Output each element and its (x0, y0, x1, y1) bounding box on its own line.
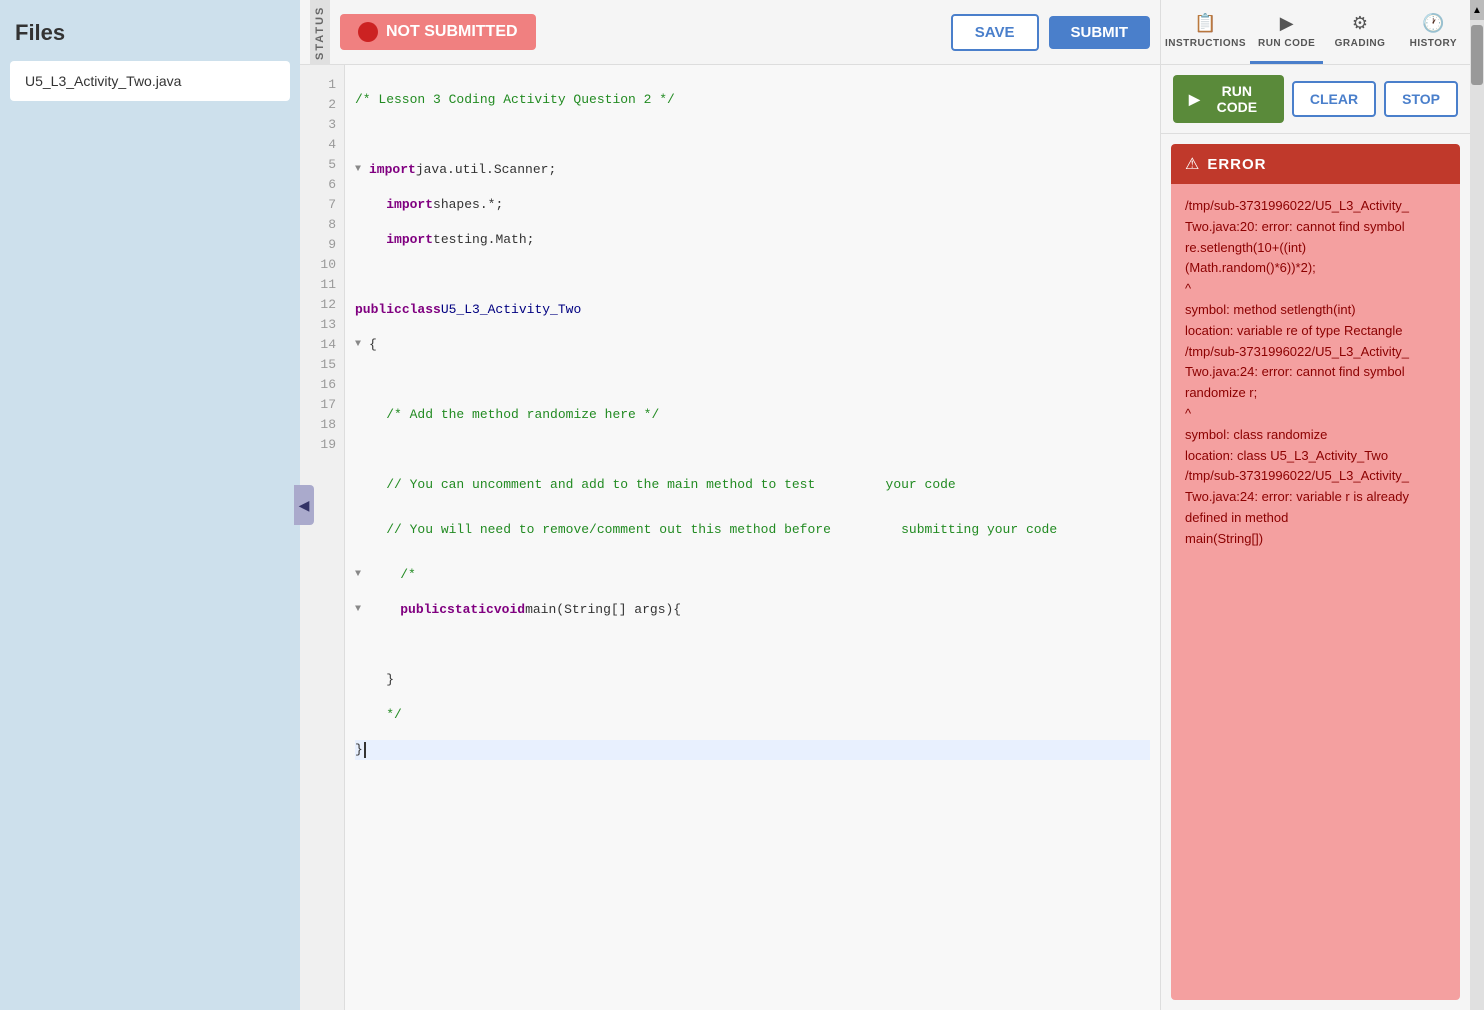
code-line-6 (355, 265, 1150, 285)
code-line-5: import testing.Math; (355, 230, 1150, 250)
line-num-14: 14 (300, 335, 344, 355)
line-num-9: 9 (300, 235, 344, 255)
code-line-13: // You will need to remove/comment out t… (355, 510, 1150, 550)
run-code-icon: ▶ (1280, 13, 1294, 34)
right-panel: 📋 INSTRUCTIONS ▶ RUN CODE ⚙ GRADING 🕐 HI… (1160, 0, 1470, 1010)
line-num-18: 18 (300, 415, 344, 435)
clear-button[interactable]: CLEAR (1292, 81, 1376, 117)
right-panel-tabs: 📋 INSTRUCTIONS ▶ RUN CODE ⚙ GRADING 🕐 HI… (1161, 0, 1470, 65)
history-label: HISTORY (1410, 38, 1457, 49)
run-play-icon: ▶ (1189, 91, 1200, 108)
right-panel-toolbar: ▶ RUN CODE CLEAR STOP (1161, 65, 1470, 134)
tab-history[interactable]: 🕐 HISTORY (1397, 0, 1470, 64)
run-code-label: RUN CODE (1258, 38, 1315, 49)
code-content[interactable]: /* Lesson 3 Coding Activity Question 2 *… (345, 65, 1160, 1010)
line-num-11: 11 (300, 275, 344, 295)
status-circle-icon (358, 22, 378, 42)
code-line-1: /* Lesson 3 Coding Activity Question 2 *… (355, 90, 1150, 110)
line-num-10: 10 (300, 255, 344, 275)
line-num-3: 3 (300, 115, 344, 135)
instructions-label: INSTRUCTIONS (1165, 38, 1246, 49)
line-num-5: 5 (300, 155, 344, 175)
error-header-text: ERROR (1207, 156, 1266, 173)
line-num-2: 2 (300, 95, 344, 115)
files-sidebar: Files U5_L3_Activity_Two.java (0, 0, 300, 1010)
tab-instructions[interactable]: 📋 INSTRUCTIONS (1161, 0, 1250, 64)
grading-icon: ⚙ (1352, 13, 1368, 34)
line-num-16: 16 (300, 375, 344, 395)
line-num-6: 6 (300, 175, 344, 195)
status-label: STATUS (310, 0, 330, 65)
stop-button[interactable]: STOP (1384, 81, 1458, 117)
scroll-up-button[interactable]: ▲ (1470, 0, 1484, 20)
grading-label: GRADING (1335, 38, 1386, 49)
submit-button[interactable]: SUBMIT (1049, 16, 1151, 49)
line-num-15: 15 (300, 355, 344, 375)
line-num-8: 8 (300, 215, 344, 235)
code-line-9 (355, 370, 1150, 390)
code-line-2 (355, 125, 1150, 145)
code-line-10: /* Add the method randomize here */ (355, 405, 1150, 425)
line-num-19: 19 (300, 435, 344, 455)
code-line-15: ▼ public static void main(String[] args)… (355, 600, 1150, 620)
file-item[interactable]: U5_L3_Activity_Two.java (10, 61, 290, 101)
code-line-18: */ (355, 705, 1150, 725)
line-numbers: 1 2 3 4 5 6 7 8 9 10 11 12 13 14 15 16 1… (300, 65, 345, 1010)
code-line-16 (355, 635, 1150, 655)
not-submitted-badge: NOT SUBMITTED (340, 14, 536, 50)
files-title: Files (10, 10, 290, 61)
code-line-19: } (355, 740, 1150, 760)
line-num-7: 7 (300, 195, 344, 215)
history-icon: 🕐 (1422, 13, 1444, 34)
instructions-icon: 📋 (1194, 13, 1216, 34)
error-header: ⚠ ERROR (1171, 144, 1460, 184)
line-num-1: 1 (300, 75, 344, 95)
code-line-8: ▼{ (355, 335, 1150, 355)
error-warning-icon: ⚠ (1185, 154, 1199, 174)
scroll-thumb[interactable] (1471, 25, 1483, 85)
code-editor[interactable]: 1 2 3 4 5 6 7 8 9 10 11 12 13 14 15 16 1… (300, 65, 1160, 1010)
error-panel: ⚠ ERROR /tmp/sub-3731996022/U5_L3_Activi… (1171, 144, 1460, 1000)
outer-scrollbar[interactable]: ▲ (1470, 0, 1484, 1010)
code-line-11 (355, 440, 1150, 460)
tab-run-code[interactable]: ▶ RUN CODE (1250, 0, 1323, 64)
code-line-7: public class U5_L3_Activity_Two (355, 300, 1150, 320)
code-line-3: ▼import java.util.Scanner; (355, 160, 1150, 180)
tab-grading[interactable]: ⚙ GRADING (1323, 0, 1396, 64)
save-button[interactable]: SAVE (951, 14, 1039, 51)
editor-topbar: STATUS NOT SUBMITTED SAVE SUBMIT (300, 0, 1160, 65)
line-num-4: 4 (300, 135, 344, 155)
line-num-17: 17 (300, 395, 344, 415)
code-line-4: import shapes.*; (355, 195, 1150, 215)
collapse-sidebar-button[interactable]: ◀ (294, 485, 314, 525)
error-body: /tmp/sub-3731996022/U5_L3_Activity_Two.j… (1171, 184, 1460, 562)
code-line-14: ▼ /* (355, 565, 1150, 585)
run-code-button[interactable]: ▶ RUN CODE (1173, 75, 1284, 123)
code-line-12: // You can uncomment and add to the main… (355, 475, 1150, 495)
not-submitted-text: NOT SUBMITTED (386, 23, 518, 41)
code-line-17: } (355, 670, 1150, 690)
run-code-button-label: RUN CODE (1206, 83, 1268, 115)
editor-area: STATUS NOT SUBMITTED SAVE SUBMIT 1 2 3 4… (300, 0, 1160, 1010)
line-num-13: 13 (300, 315, 344, 335)
line-num-12: 12 (300, 295, 344, 315)
